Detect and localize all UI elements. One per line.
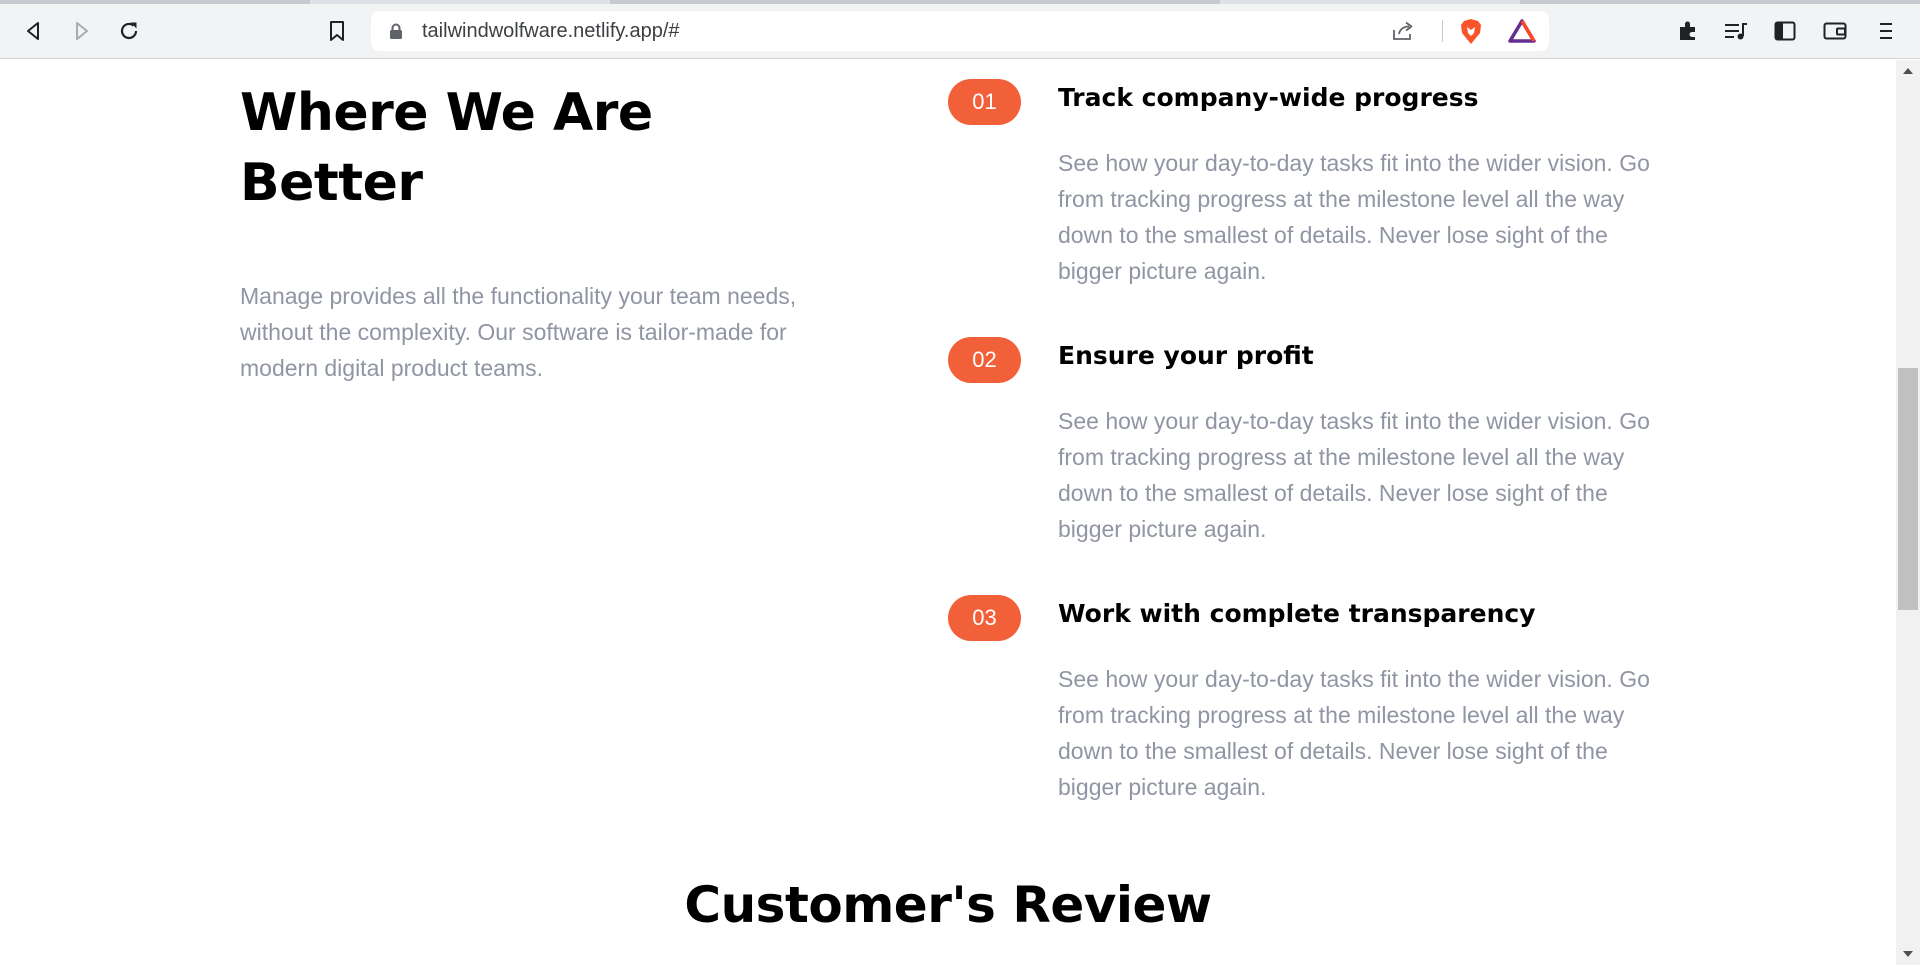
section-description: Manage provides all the functionality yo… (240, 283, 797, 381)
sidebar-icon (1774, 21, 1796, 41)
feature-number-badge: 01 (948, 79, 1021, 125)
omnibox-divider (1442, 20, 1443, 42)
brave-rewards-icon[interactable] (1508, 19, 1536, 43)
wallet-icon (1823, 22, 1847, 40)
reload-button[interactable] (111, 13, 147, 49)
section-title: Where We Are Better (240, 83, 653, 213)
feature-title: Track company-wide progress (1058, 83, 1479, 112)
feature-description: See how your day-to-day tasks fit into t… (1058, 150, 1650, 284)
tab-indicator[interactable] (610, 0, 1220, 4)
forward-button[interactable] (63, 13, 99, 49)
back-icon (27, 22, 39, 40)
feature-description: See how your day-to-day tasks fit into t… (1058, 408, 1650, 542)
sidebar-button[interactable] (1769, 15, 1801, 47)
feature-description: See how your day-to-day tasks fit into t… (1058, 666, 1650, 800)
wallet-button[interactable] (1819, 15, 1851, 47)
back-button[interactable] (16, 13, 52, 49)
page-viewport: Where We Are Better Manage provides all … (0, 60, 1896, 965)
lock-icon[interactable] (389, 23, 403, 40)
address-bar[interactable]: tailwindwolfware.netlify.app/# (371, 11, 1549, 51)
bookmark-button[interactable] (319, 13, 355, 49)
bookmark-icon (330, 21, 344, 41)
browser-toolbar: tailwindwolfware.netlify.app/# (0, 0, 1920, 59)
media-playlist-icon (1725, 23, 1747, 40)
share-icon[interactable] (1391, 20, 1415, 42)
scrollbar-thumb[interactable] (1898, 368, 1918, 610)
tab-indicator[interactable] (1520, 0, 1920, 4)
feature-title: Work with complete transparency (1058, 599, 1536, 628)
scroll-up-arrow-icon[interactable] (1903, 68, 1913, 74)
page-scrollbar[interactable] (1896, 60, 1920, 965)
forward-icon (76, 22, 88, 40)
scroll-down-arrow-icon[interactable] (1903, 951, 1913, 957)
menu-icon (1880, 23, 1892, 39)
feature-title: Ensure your profit (1058, 341, 1314, 370)
tab-indicator[interactable] (0, 0, 310, 4)
feature-number-badge: 02 (948, 337, 1021, 383)
reviews-section-title: Customer's Review (684, 876, 1212, 934)
url-text[interactable]: tailwindwolfware.netlify.app/# (422, 11, 680, 51)
media-button[interactable] (1720, 15, 1752, 47)
feature-number-badge: 03 (948, 595, 1021, 641)
reload-icon (120, 22, 138, 40)
brave-shields-icon[interactable] (1459, 18, 1483, 45)
extensions-button[interactable] (1672, 15, 1704, 47)
better-intro: Where We Are Better Manage provides all … (240, 78, 810, 386)
extensions-icon (1680, 21, 1695, 40)
tab-strip (0, 0, 1920, 4)
menu-button[interactable] (1870, 15, 1902, 47)
